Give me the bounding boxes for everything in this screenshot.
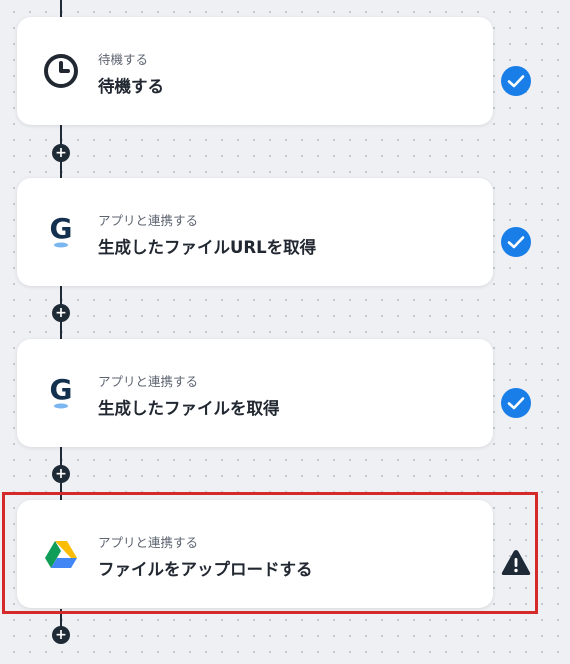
clock-icon bbox=[39, 53, 83, 89]
add-step-button[interactable]: + bbox=[52, 304, 70, 322]
step-type-label: アプリと連携する bbox=[98, 374, 199, 389]
check-icon bbox=[500, 387, 532, 419]
step-title: 待機する bbox=[98, 77, 164, 96]
step-title: 生成したファイルURLを取得 bbox=[98, 238, 317, 257]
svg-text:G: G bbox=[50, 375, 73, 406]
flow-step-card[interactable]: G アプリと連携する 生成したファイルを取得 bbox=[17, 339, 493, 447]
check-icon bbox=[500, 65, 532, 97]
step-type-label: 待機する bbox=[98, 52, 149, 67]
flow-connector-line bbox=[60, 0, 62, 18]
flow-step-card[interactable]: 待機する 待機する bbox=[17, 17, 493, 125]
check-icon bbox=[500, 226, 532, 258]
add-step-button[interactable]: + bbox=[52, 465, 70, 483]
flow-step-card[interactable]: G アプリと連携する 生成したファイルURLを取得 bbox=[17, 178, 493, 286]
add-step-button[interactable]: + bbox=[52, 626, 70, 644]
step-title: 生成したファイルを取得 bbox=[98, 399, 280, 418]
add-step-button[interactable]: + bbox=[52, 144, 70, 162]
g-app-icon: G bbox=[39, 373, 83, 411]
svg-text:G: G bbox=[50, 214, 73, 245]
step-type-label: アプリと連携する bbox=[98, 213, 199, 228]
highlight-frame bbox=[2, 492, 538, 614]
g-app-icon: G bbox=[39, 212, 83, 250]
